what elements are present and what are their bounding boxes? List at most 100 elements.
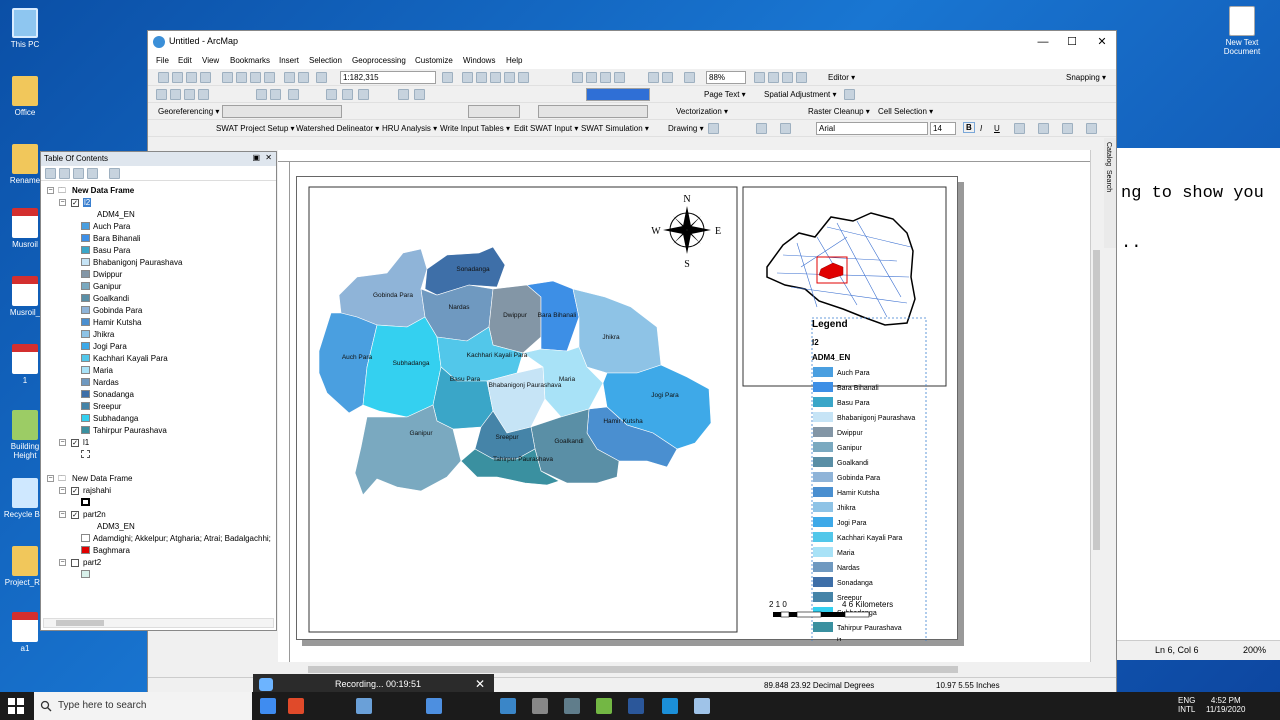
- menu-insert[interactable]: Insert: [279, 56, 299, 65]
- expand-toggle[interactable]: −: [59, 511, 66, 518]
- notepad-taskbar-icon[interactable]: [694, 698, 710, 714]
- toc-class-item[interactable]: Gobinda Para: [81, 306, 142, 315]
- hru-analysis-dropdown[interactable]: HRU Analysis ▾: [382, 124, 437, 133]
- toc-class-item[interactable]: Adamdighi; Akkelpur; Atgharia; Atrai; Ba…: [81, 534, 271, 543]
- menu-windows[interactable]: Windows: [463, 56, 495, 65]
- cut-icon[interactable]: [222, 72, 233, 83]
- write-input-tables-dropdown[interactable]: Write Input Tables ▾: [440, 124, 510, 133]
- menu-geoprocessing[interactable]: Geoprocessing: [352, 56, 406, 65]
- recorder-highlight-icon[interactable]: [426, 698, 442, 714]
- arctoolbox-icon[interactable]: [504, 72, 515, 83]
- layer-visibility-checkbox[interactable]: ✓: [71, 439, 79, 447]
- expand-toggle[interactable]: −: [47, 475, 54, 482]
- snapping-dropdown[interactable]: Snapping ▾: [1066, 73, 1106, 82]
- focus-data-frame-icon[interactable]: [768, 72, 779, 83]
- list-by-visibility-icon[interactable]: [73, 168, 84, 179]
- clock[interactable]: 4:52 PM 11/19/2020: [1206, 696, 1245, 714]
- drawing-dropdown[interactable]: Drawing ▾: [668, 124, 704, 133]
- table-of-contents-icon[interactable]: [462, 72, 473, 83]
- expand-toggle[interactable]: −: [47, 187, 54, 194]
- layout-page[interactable]: Sonadanga Gobinda Para Nardas Dwippur Bara B…: [296, 176, 958, 645]
- previous-extent-icon[interactable]: [684, 72, 695, 83]
- font-color-icon[interactable]: [1014, 123, 1025, 134]
- toc-class-item[interactable]: Basu Para: [81, 246, 130, 255]
- redo-icon[interactable]: [298, 72, 309, 83]
- toc-class-item[interactable]: Jhikra: [81, 330, 114, 339]
- zoom-in-layout-icon[interactable]: [572, 72, 583, 83]
- list-by-selection-icon[interactable]: [87, 168, 98, 179]
- toc-class-item[interactable]: Maria: [81, 366, 113, 375]
- toc-class-item[interactable]: Tahirpur Paurashava: [81, 426, 167, 435]
- browser-taskbar-icon[interactable]: [532, 698, 548, 714]
- toc-layer-l2[interactable]: l2: [83, 198, 92, 207]
- layer-visibility-checkbox[interactable]: ✓: [71, 487, 79, 495]
- back-icon[interactable]: [256, 89, 267, 100]
- underline-button[interactable]: U: [994, 124, 1000, 133]
- notepad-window[interactable]: ng to show you .. Ln 6, Col 6 200%: [1116, 148, 1280, 660]
- toc-class-item[interactable]: Nardas: [81, 378, 119, 387]
- font-size-combo[interactable]: 14: [930, 122, 956, 135]
- toc-close-icon[interactable]: ✕: [265, 153, 272, 162]
- layer-combo[interactable]: [586, 88, 650, 101]
- desktop-icon-new-text-document[interactable]: New Text Document: [1218, 6, 1266, 56]
- arcmap-taskbar-icon[interactable]: [500, 698, 516, 714]
- toc-class-item[interactable]: Jogi Para: [81, 342, 127, 351]
- layout-vertical-scrollbar[interactable]: [1090, 150, 1102, 662]
- menu-edit[interactable]: Edit: [178, 56, 192, 65]
- delete-icon[interactable]: [264, 72, 275, 83]
- scroll-thumb[interactable]: [56, 620, 104, 626]
- toc-class-item[interactable]: Bara Bihanali: [81, 234, 141, 243]
- search-icon[interactable]: [490, 72, 501, 83]
- layer-visibility-checkbox[interactable]: ✓: [71, 511, 79, 519]
- copy-icon[interactable]: [236, 72, 247, 83]
- expand-toggle[interactable]: −: [59, 559, 66, 566]
- georeferencing-dropdown[interactable]: Georeferencing ▾: [158, 107, 219, 116]
- new-icon[interactable]: [158, 72, 169, 83]
- measure-icon[interactable]: [398, 89, 409, 100]
- expand-toggle[interactable]: −: [59, 199, 66, 206]
- pan-icon[interactable]: [184, 89, 195, 100]
- zoom-out-icon[interactable]: [170, 89, 181, 100]
- toc-class-item[interactable]: Hamir Kutsha: [81, 318, 141, 327]
- maximize-button[interactable]: ☐: [1057, 33, 1087, 51]
- full-page-icon[interactable]: [614, 72, 625, 83]
- menu-bookmarks[interactable]: Bookmarks: [230, 56, 270, 65]
- identify-icon[interactable]: [342, 89, 353, 100]
- toc-class-item[interactable]: Goalkandi: [81, 294, 129, 303]
- toggle-draft-mode-icon[interactable]: [754, 72, 765, 83]
- add-data-icon[interactable]: [316, 72, 327, 83]
- desktop-icon-this-pc[interactable]: This PC: [2, 8, 48, 49]
- catalog-tab[interactable]: Catalog: [1105, 142, 1112, 166]
- menu-view[interactable]: View: [202, 56, 219, 65]
- recorder-taskbar-icon[interactable]: [662, 698, 678, 714]
- spatial-adjustment-dropdown[interactable]: Spatial Adjustment ▾: [764, 90, 837, 99]
- toc-class-item[interactable]: Auch Para: [81, 222, 130, 231]
- marker-color-icon[interactable]: [1086, 123, 1097, 134]
- fixed-zoom-icon[interactable]: [648, 72, 659, 83]
- toc-class-item[interactable]: Bhabanigonj Paurashava: [81, 258, 182, 267]
- map-scale-combo[interactable]: 1:182,315: [340, 71, 436, 84]
- expand-toggle[interactable]: −: [59, 487, 66, 494]
- menu-file[interactable]: File: [156, 56, 169, 65]
- change-layout-icon[interactable]: [782, 72, 793, 83]
- toc-data-frame-1[interactable]: New Data Frame: [72, 186, 134, 195]
- select-elements-draw-icon[interactable]: [708, 123, 719, 134]
- rectangle-icon[interactable]: [756, 123, 767, 134]
- scroll-thumb[interactable]: [308, 666, 958, 673]
- paste-icon[interactable]: [250, 72, 261, 83]
- word-taskbar-icon[interactable]: [628, 698, 644, 714]
- union-polygon[interactable]: [488, 284, 542, 354]
- bold-button[interactable]: B: [963, 122, 975, 133]
- python-icon[interactable]: [518, 72, 529, 83]
- toc-layer-rajshahi[interactable]: rajshahi: [83, 486, 111, 495]
- fill-color-icon[interactable]: [1038, 123, 1049, 134]
- menu-customize[interactable]: Customize: [415, 56, 453, 65]
- swat-simulation-dropdown[interactable]: SWAT Simulation ▾: [581, 124, 649, 133]
- pan-layout-icon[interactable]: [600, 72, 611, 83]
- forward-icon[interactable]: [270, 89, 281, 100]
- text-icon[interactable]: [780, 123, 791, 134]
- list-by-drawing-order-icon[interactable]: [45, 168, 56, 179]
- editor-toolbar-icon[interactable]: [442, 72, 453, 83]
- undo-icon[interactable]: [284, 72, 295, 83]
- toc-options-icon[interactable]: [109, 168, 120, 179]
